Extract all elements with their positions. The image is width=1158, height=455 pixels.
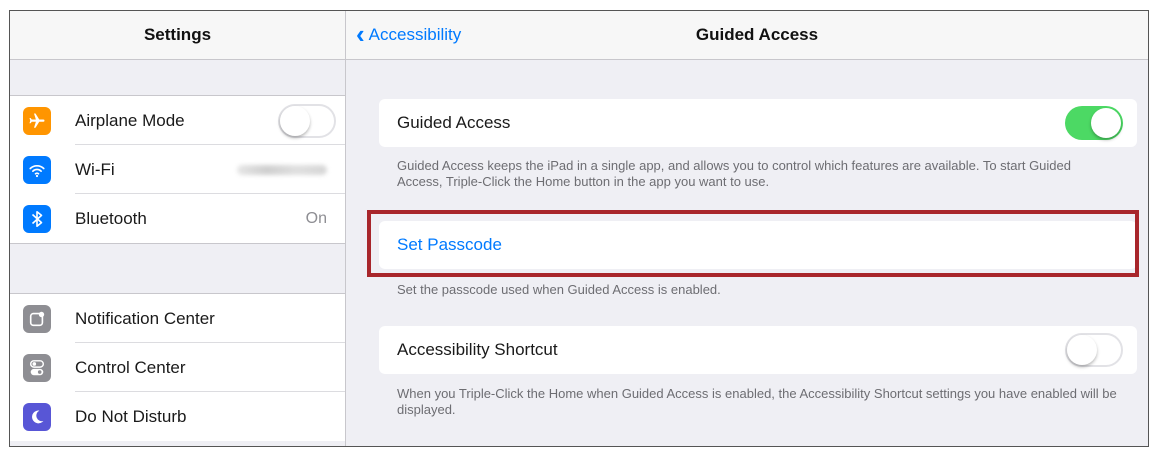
page-title: Guided Access	[695, 25, 819, 44]
accessibility-shortcut-label: Accessibility Shortcut	[397, 340, 558, 359]
sidebar-item-airplane-mode[interactable]: Airplane Mode	[10, 96, 345, 145]
moon-icon	[23, 402, 51, 431]
sidebar-item-do-not-disturb[interactable]: Do Not Disturb	[10, 392, 345, 441]
sidebar-item-bluetooth[interactable]: Bluetooth On	[10, 194, 345, 243]
sidebar-item-control-center[interactable]: Control Center	[10, 343, 345, 392]
accessibility-shortcut-description: When you Triple-Click the Home when Guid…	[397, 386, 1117, 417]
sidebar-item-label: Do Not Disturb	[75, 406, 187, 426]
sidebar-title: Settings	[10, 11, 345, 60]
bluetooth-status: On	[305, 209, 327, 227]
airplane-icon	[23, 106, 51, 135]
guided-access-description: Guided Access keeps the iPad in a single…	[397, 158, 1071, 189]
accessibility-shortcut-toggle[interactable]	[1065, 333, 1123, 367]
set-passcode-description: Set the passcode used when Guided Access…	[397, 282, 721, 297]
ipad-screen: Settings Airplane Mode Wi-Fi Bluetooth O…	[9, 10, 1149, 447]
sidebar-group-system: Notification Center Control Center Do No…	[10, 293, 345, 441]
guided-access-row: Guided Access	[379, 99, 1137, 147]
nav-bar: Guided Access ‹ Accessibility	[346, 11, 1148, 60]
sidebar-item-notification-center[interactable]: Notification Center	[10, 294, 345, 343]
chevron-left-icon: ‹	[356, 18, 365, 49]
settings-sidebar: Settings Airplane Mode Wi-Fi Bluetooth O…	[10, 11, 346, 446]
sidebar-item-label: Bluetooth	[75, 208, 147, 228]
accessibility-shortcut-row: Accessibility Shortcut	[379, 326, 1137, 374]
wifi-network-name-redacted	[237, 164, 327, 175]
bluetooth-icon	[23, 204, 51, 233]
sidebar-item-label: Notification Center	[75, 308, 215, 328]
guided-access-toggle[interactable]	[1065, 106, 1123, 140]
sidebar-item-label: Airplane Mode	[75, 110, 185, 130]
back-button[interactable]: ‹ Accessibility	[356, 11, 461, 59]
guided-access-panel: Guided Access ‹ Accessibility Guided Acc…	[346, 11, 1148, 446]
highlight-box	[367, 210, 1139, 277]
airplane-mode-toggle[interactable]	[278, 103, 336, 138]
control-center-icon	[23, 353, 51, 382]
back-button-label: Accessibility	[368, 25, 462, 44]
sidebar-group-connectivity: Airplane Mode Wi-Fi Bluetooth On	[10, 95, 345, 244]
wifi-icon	[23, 155, 51, 184]
sidebar-item-label: Control Center	[75, 357, 186, 377]
sidebar-item-label: Wi-Fi	[75, 159, 115, 179]
sidebar-item-wifi[interactable]: Wi-Fi	[10, 145, 345, 194]
guided-access-label: Guided Access	[397, 113, 511, 132]
notification-center-icon	[23, 304, 51, 333]
